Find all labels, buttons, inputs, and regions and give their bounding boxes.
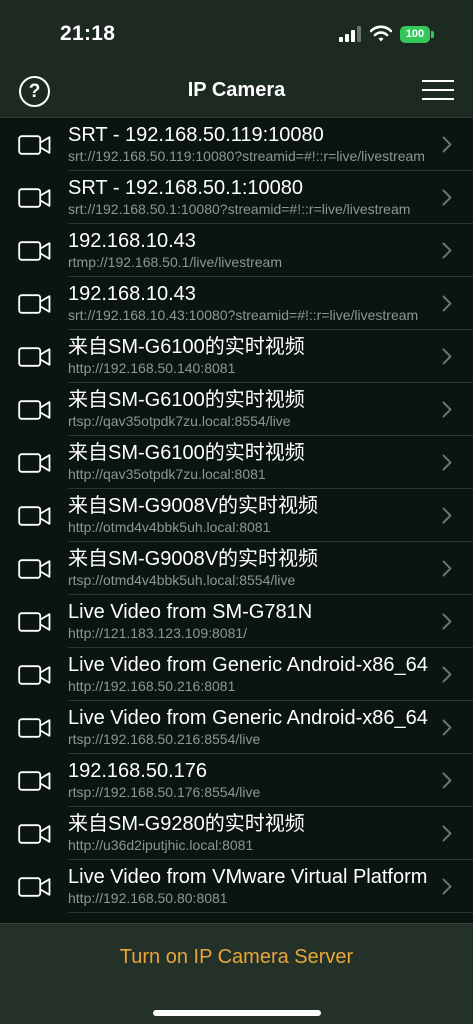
video-camera-icon: [18, 188, 51, 208]
chevron-right-icon: [442, 242, 452, 259]
page-title: IP Camera: [187, 79, 286, 101]
camera-title: 192.168.10.43: [68, 283, 196, 305]
video-camera-icon: [18, 612, 51, 632]
chevron-right-icon: [442, 878, 452, 895]
camera-url: rtsp://192.168.50.176:8554/live: [68, 784, 261, 800]
chevron-right-icon: [442, 189, 452, 206]
video-camera-icon: [18, 718, 51, 738]
chevron-right-icon: [442, 295, 452, 312]
chevron-right-icon: [442, 666, 452, 683]
chevron-right-icon: [442, 454, 452, 471]
camera-title: 来自SM-G6100的实时视频: [68, 336, 305, 358]
cellular-signal-icon: [339, 26, 361, 42]
camera-title: 192.168.10.43: [68, 230, 196, 252]
chevron-right-icon: [442, 772, 452, 789]
camera-row[interactable]: Live Video from VMware Virtual Platform h…: [0, 860, 473, 913]
camera-row[interactable]: SRT - 192.168.50.1:10080 srt://192.168.50…: [0, 171, 473, 224]
battery-level: 100: [405, 28, 425, 40]
camera-title: 来自SM-G9008V的实时视频: [68, 495, 319, 517]
navigation-bar: ? IP Camera: [0, 64, 473, 118]
camera-url: srt://192.168.50.119:10080?streamid=#!::…: [68, 148, 425, 164]
camera-row[interactable]: Live Video from Generic Android-x86_64ht…: [0, 648, 473, 701]
camera-row[interactable]: 来自SM-G6100的实时视频 http://qav35otpdk7zu.loca…: [0, 436, 473, 489]
chevron-right-icon: [442, 136, 452, 153]
video-camera-icon: [18, 824, 51, 844]
camera-url: http://otmd4v4bbk5uh.local:8081: [68, 519, 271, 535]
camera-row[interactable]: 来自SM-G9008V的实时视频 http://otmd4v4bbk5uh.loc…: [0, 489, 473, 542]
menu-button[interactable]: [422, 78, 454, 102]
camera-row[interactable]: 来自SM-G9280的实时视频 http://u36d2iputjhic.loca…: [0, 807, 473, 860]
menu-icon-line: [422, 89, 454, 91]
camera-row[interactable]: 来自SM-G6100的实时视频 rtsp://qav35otpdk7zu.loca…: [0, 383, 473, 436]
chevron-right-icon: [442, 348, 452, 365]
camera-list[interactable]: SRT - 192.168.50.119:10080 srt://192.168.…: [0, 118, 473, 923]
video-camera-icon: [18, 347, 51, 367]
camera-title: 192.168.50.176: [68, 760, 208, 782]
camera-row[interactable]: 192.168.10.43 srt://192.168.10.43:10080?s…: [0, 277, 473, 330]
camera-url: rtsp://192.168.50.216:8554/live: [68, 731, 261, 747]
camera-title: 来自SM-G6100的实时视频: [68, 442, 305, 464]
camera-title: SRT - 192.168.50.1:10080: [68, 177, 303, 199]
camera-url: rtsp://qav35otpdk7zu.local:8554/live: [68, 413, 291, 429]
camera-url: http://121.183.123.109:8081/: [68, 625, 248, 641]
camera-title: Live Video from Generic Android-x86_64: [68, 707, 428, 729]
camera-title: Live Video from Generic Android-x86_64: [68, 654, 428, 676]
battery-indicator: 100: [400, 26, 430, 43]
chevron-right-icon: [442, 825, 452, 842]
camera-url: srt://192.168.10.43:10080?streamid=#!::r…: [68, 307, 419, 323]
video-camera-icon: [18, 241, 51, 261]
camera-row[interactable]: SRT - 192.168.50.119:10080 srt://192.168.…: [0, 118, 473, 171]
bottom-bar: Turn on IP Camera Server: [0, 923, 473, 1024]
camera-title: 来自SM-G6100的实时视频: [68, 389, 305, 411]
camera-url: http://192.168.50.216:8081: [68, 678, 236, 694]
video-camera-icon: [18, 665, 51, 685]
camera-url: http://192.168.50.80:8081: [68, 890, 228, 906]
home-indicator: [153, 1010, 321, 1016]
menu-icon-line: [422, 80, 454, 82]
camera-row[interactable]: Live Video from SM-G781N http://121.183.1…: [0, 595, 473, 648]
video-camera-icon: [18, 877, 51, 897]
chevron-right-icon: [442, 719, 452, 736]
video-camera-icon: [18, 453, 51, 473]
turn-on-server-button[interactable]: Turn on IP Camera Server: [0, 946, 473, 969]
menu-icon-line: [422, 98, 454, 100]
video-camera-icon: [18, 400, 51, 420]
camera-url: http://192.168.50.140:8081: [68, 360, 236, 376]
camera-url: http://qav35otpdk7zu.local:8081: [68, 466, 266, 482]
camera-title: 来自SM-G9008V的实时视频: [68, 548, 319, 570]
chevron-right-icon: [442, 401, 452, 418]
camera-row[interactable]: 192.168.50.176 rtsp://192.168.50.176:8554…: [0, 754, 473, 807]
video-camera-icon: [18, 771, 51, 791]
video-camera-icon: [18, 559, 51, 579]
camera-row[interactable]: 来自SM-G6100的实时视频 http://192.168.50.140:808…: [0, 330, 473, 383]
camera-row[interactable]: 来自SM-G9008V的实时视频 rtsp://otmd4v4bbk5uh.loc…: [0, 542, 473, 595]
camera-url: rtsp://otmd4v4bbk5uh.local:8554/live: [68, 572, 296, 588]
battery-tip: [431, 31, 434, 38]
video-camera-icon: [18, 135, 51, 155]
chevron-right-icon: [442, 560, 452, 577]
wifi-icon: [370, 25, 392, 42]
chevron-right-icon: [442, 507, 452, 524]
video-camera-icon: [18, 506, 51, 526]
video-camera-icon: [18, 294, 51, 314]
camera-url: srt://192.168.50.1:10080?streamid=#!::r=…: [68, 201, 411, 217]
camera-title: Live Video from SM-G781N: [68, 601, 313, 623]
camera-title: 来自SM-G9280的实时视频: [68, 813, 305, 835]
camera-title: Live Video from VMware Virtual Platform: [68, 866, 428, 888]
camera-url: rtmp://192.168.50.1/live/livestream: [68, 254, 282, 270]
chevron-right-icon: [442, 613, 452, 630]
status-time: 21:18: [60, 22, 116, 45]
status-bar: 21:18 100: [0, 0, 473, 64]
camera-row[interactable]: Live Video from Generic Android-x86_64rt…: [0, 701, 473, 754]
camera-title: SRT - 192.168.50.119:10080: [68, 124, 324, 146]
camera-row[interactable]: 192.168.10.43 rtmp://192.168.50.1/live/li…: [0, 224, 473, 277]
camera-url: http://u36d2iputjhic.local:8081: [68, 837, 254, 853]
